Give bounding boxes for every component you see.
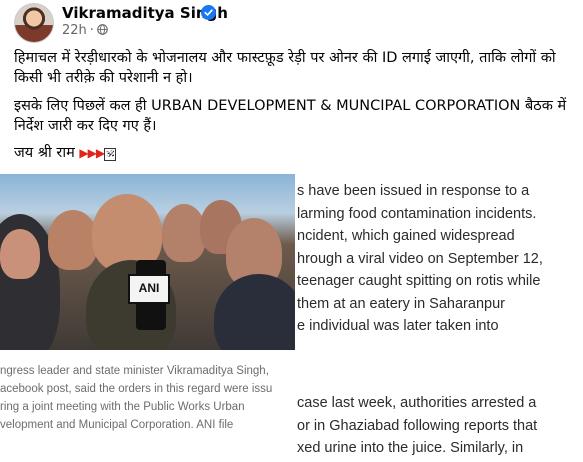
om-emoji-icon: 🕉 — [104, 148, 117, 161]
meta-separator: · — [89, 23, 94, 38]
article-line: s have been issued in response to a — [297, 183, 530, 199]
article-line: case last week, authorities arrested a — [297, 395, 537, 411]
article-text-block-1: s have been issued in response to a larm… — [297, 180, 583, 338]
post-header: Vikramaditya Singh 22h · — [0, 0, 583, 44]
article-line: teenager caught spitting on rotis while — [297, 273, 541, 289]
post-paragraph-2: इसके लिए पिछलें कल ही URBAN DEVELOPMENT … — [14, 98, 567, 134]
caption-line: ring a joint meeting with the Public Wor… — [0, 401, 245, 413]
article-line: them at an eatery in Saharanpur — [297, 295, 505, 312]
article-line: xed urine into the juice. Similarly, in — [297, 440, 524, 456]
post-meta: 22h · — [62, 23, 108, 38]
author-avatar[interactable] — [14, 3, 54, 43]
post-closing: जय श्री राम ▶▶▶ 🕉 — [14, 143, 574, 163]
news-photo[interactable]: ANI — [0, 174, 295, 350]
caption-line: ngress leader and state minister Vikrama… — [0, 365, 269, 377]
caption-line: velopment and Municipal Corporation. ANI… — [0, 419, 234, 431]
caption-line: acebook post, said the orders in this re… — [0, 383, 273, 395]
article-line: larming food contamination incidents. — [297, 205, 537, 222]
article-line: e individual was later taken into — [297, 318, 499, 334]
post-paragraph-1: हिमाचल में रेरड़ीधारको के भोजनालय और फास… — [14, 50, 556, 86]
post-time[interactable]: 22h — [62, 23, 87, 38]
article-text-block-2: case last week, authorities arrested a o… — [297, 392, 583, 460]
ani-badge: ANI — [128, 274, 170, 304]
article-line: ncident, which gained widespread — [297, 228, 515, 244]
closing-text: जय श्री राम — [14, 145, 75, 161]
photo-caption: ngress leader and state minister Vikrama… — [0, 362, 295, 434]
verified-icon — [201, 5, 216, 20]
article-line: or in Ghaziabad following reports that — [297, 417, 538, 434]
flag-icons: ▶▶▶ — [79, 146, 105, 160]
article-line: hrough a viral video on September 12, — [297, 250, 543, 267]
globe-icon — [97, 24, 108, 35]
